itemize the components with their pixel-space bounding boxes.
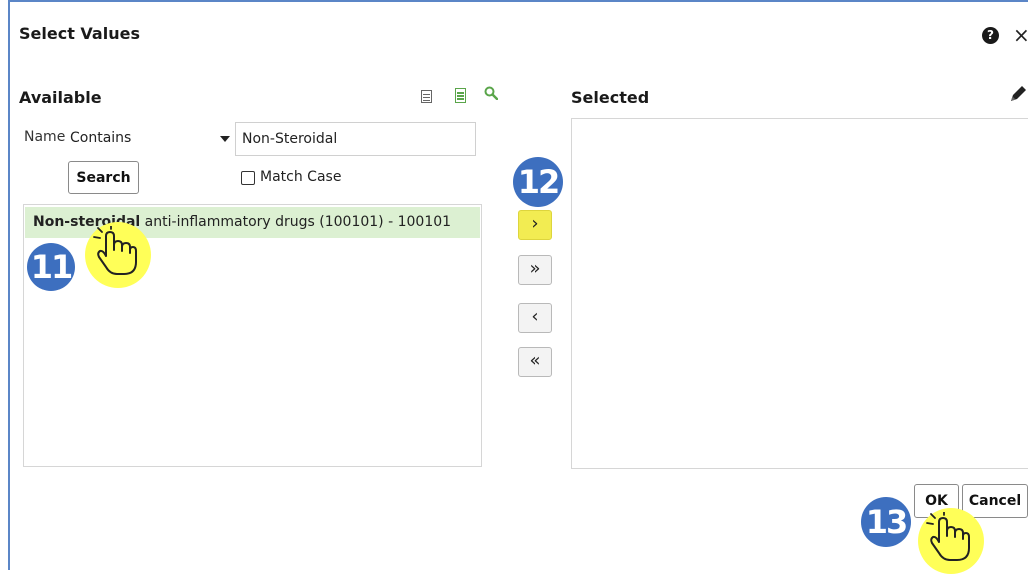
operator-select[interactable]: Contains (69, 125, 231, 151)
help-icon[interactable]: ? (982, 27, 999, 44)
selected-list (571, 118, 1028, 469)
search-button[interactable]: Search (68, 161, 139, 194)
search-icon[interactable] (484, 86, 498, 100)
dialog-border-top (8, 0, 1028, 2)
operator-value: Contains (70, 130, 132, 146)
chevron-down-icon (220, 136, 230, 142)
remove-all-button[interactable]: « (518, 347, 552, 377)
name-label: Name (24, 129, 66, 145)
step-badge: 12 (513, 157, 563, 207)
dialog-border-left (8, 0, 10, 570)
pointer-hand-icon (93, 226, 137, 275)
selected-heading: Selected (571, 88, 650, 107)
list-view-icon[interactable] (421, 90, 432, 103)
search-input[interactable] (235, 122, 476, 156)
move-selected-button[interactable]: › (518, 210, 552, 240)
pointer-hand-icon (926, 512, 970, 561)
pencil-icon[interactable] (1008, 84, 1028, 104)
move-all-button[interactable]: » (518, 255, 552, 285)
step-badge: 13 (861, 497, 911, 547)
list-item-label: anti-inflammatory drugs (100101) - 10010… (140, 214, 452, 230)
available-heading: Available (19, 88, 102, 107)
close-icon[interactable]: × (1013, 23, 1028, 47)
step-badge: 11 (27, 243, 75, 291)
detail-list-icon[interactable] (455, 88, 466, 103)
remove-selected-button[interactable]: ‹ (518, 303, 552, 333)
dialog-title: Select Values (19, 24, 140, 43)
match-case-label: Match Case (260, 169, 342, 185)
match-case-checkbox[interactable] (241, 171, 255, 185)
